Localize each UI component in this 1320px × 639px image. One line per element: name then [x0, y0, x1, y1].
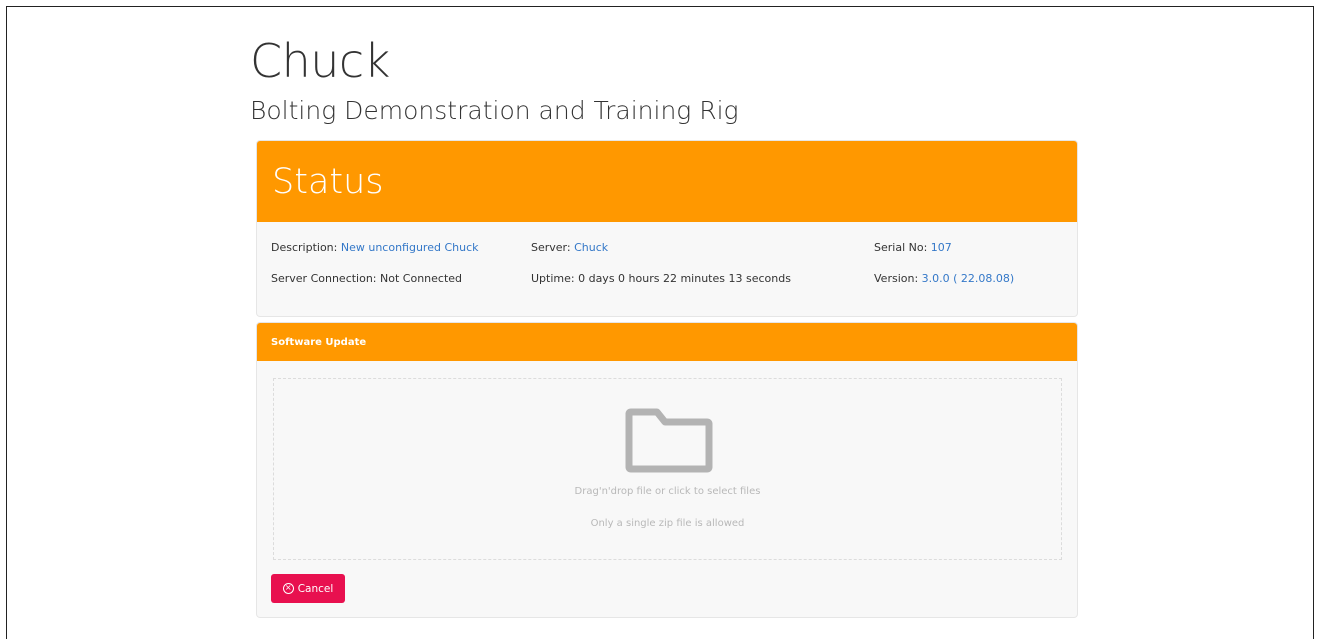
app-subtitle: Bolting Demonstration and Training Rig	[250, 96, 739, 125]
connection-label: Server Connection:	[271, 272, 377, 285]
status-header: Status	[257, 141, 1077, 222]
status-heading: Status	[272, 161, 384, 202]
uptime-value: 0 days 0 hours 22 minutes 13 seconds	[578, 272, 791, 285]
serial-value: 107	[930, 241, 952, 254]
folder-icon	[625, 408, 713, 473]
server-label: Server:	[531, 241, 571, 254]
app-title: Chuck	[250, 34, 390, 88]
dropzone-hint: Only a single zip file is allowed	[590, 518, 745, 529]
version-label: Version:	[874, 272, 919, 285]
description-field: Description: New unconfigured Chuck	[271, 241, 479, 254]
software-update-heading: Software Update	[271, 336, 367, 348]
server-value: Chuck	[574, 241, 609, 254]
software-update-header: Software Update	[257, 323, 1077, 361]
dropzone-text: Drag'n'drop file or click to select file…	[574, 486, 761, 497]
connection-field: Server Connection: Not Connected	[271, 272, 462, 285]
serial-label: Serial No:	[874, 241, 928, 254]
uptime-label: Uptime:	[531, 272, 575, 285]
software-update-card: Software Update Drag'n'drop file or clic…	[256, 322, 1078, 618]
description-value: New unconfigured Chuck	[340, 241, 479, 254]
version-value: 3.0.0 ( 22.08.08)	[921, 272, 1015, 285]
server-field: Server: Chuck	[531, 241, 608, 254]
file-dropzone[interactable]: Drag'n'drop file or click to select file…	[273, 378, 1062, 560]
x-circle-icon: ×	[282, 583, 294, 594]
description-label: Description:	[271, 241, 338, 254]
cancel-label: Cancel	[297, 582, 334, 595]
version-field: Version: 3.0.0 ( 22.08.08)	[874, 272, 1014, 285]
status-details: Description: New unconfigured Chuck Serv…	[257, 222, 1077, 316]
status-card: Status Description: New unconfigured Chu…	[256, 140, 1078, 317]
uptime-field: Uptime: 0 days 0 hours 22 minutes 13 sec…	[531, 272, 791, 285]
cancel-button[interactable]: × Cancel	[271, 574, 345, 603]
connection-value: Not Connected	[380, 272, 463, 285]
serial-field: Serial No: 107	[874, 241, 952, 254]
